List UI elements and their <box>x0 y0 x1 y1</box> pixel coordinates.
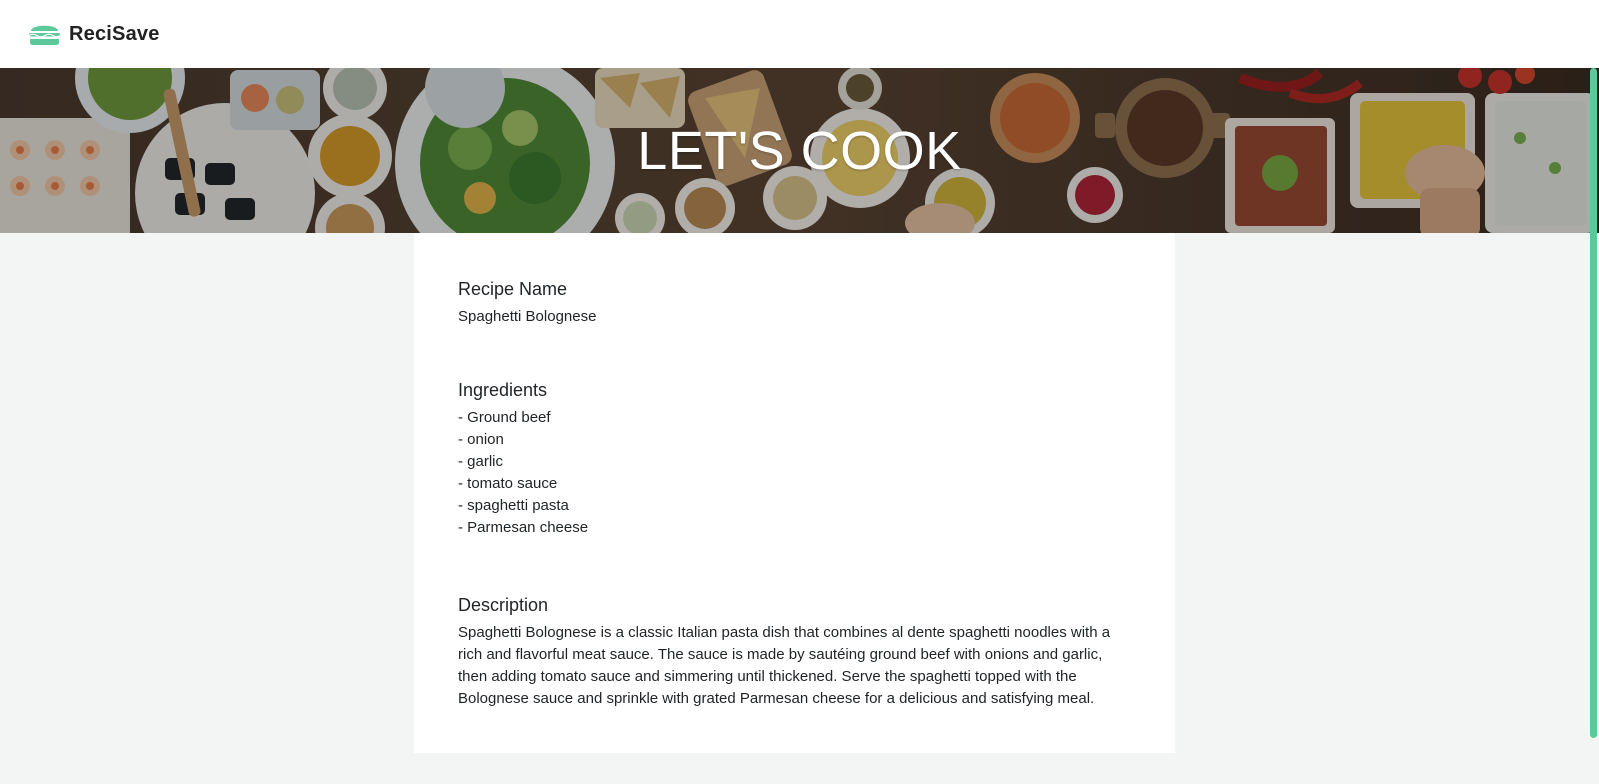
ingredients-list: - Ground beef - onion - garlic - tomato … <box>458 407 1131 539</box>
ingredients-heading: Ingredients <box>458 380 548 400</box>
burger-icon <box>28 25 61 45</box>
top-navbar: ReciSave <box>0 0 1599 68</box>
recipe-card: Recipe Name Spaghetti Bolognese Ingredie… <box>414 233 1175 753</box>
description-section: Description Spaghetti Bolognese is a cla… <box>458 595 1131 710</box>
ingredient-item: - garlic <box>458 453 504 470</box>
recipe-name-value: Spaghetti Bolognese <box>458 308 597 325</box>
recipe-name-section: Recipe Name Spaghetti Bolognese <box>458 279 1131 328</box>
ingredients-section: Ingredients - Ground beef - onion - garl… <box>458 380 1131 539</box>
ingredient-item: - Ground beef <box>458 409 551 426</box>
page-scrollbar[interactable] <box>1588 68 1599 784</box>
brand-link[interactable]: ReciSave <box>28 21 160 47</box>
ingredient-item: - onion <box>458 431 504 448</box>
recipe-name-heading: Recipe Name <box>458 279 568 299</box>
hero-banner: LET'S COOK <box>0 68 1599 233</box>
scrollbar-thumb[interactable] <box>1590 68 1597 738</box>
description-text: Spaghetti Bolognese is a classic Italian… <box>458 624 1111 707</box>
ingredient-item: - tomato sauce <box>458 475 558 492</box>
hero-title: LET'S COOK <box>637 121 962 181</box>
description-heading: Description <box>458 595 549 615</box>
ingredient-item: - spaghetti pasta <box>458 497 569 514</box>
ingredient-item: - Parmesan cheese <box>458 519 589 536</box>
brand-name: ReciSave <box>69 22 160 45</box>
